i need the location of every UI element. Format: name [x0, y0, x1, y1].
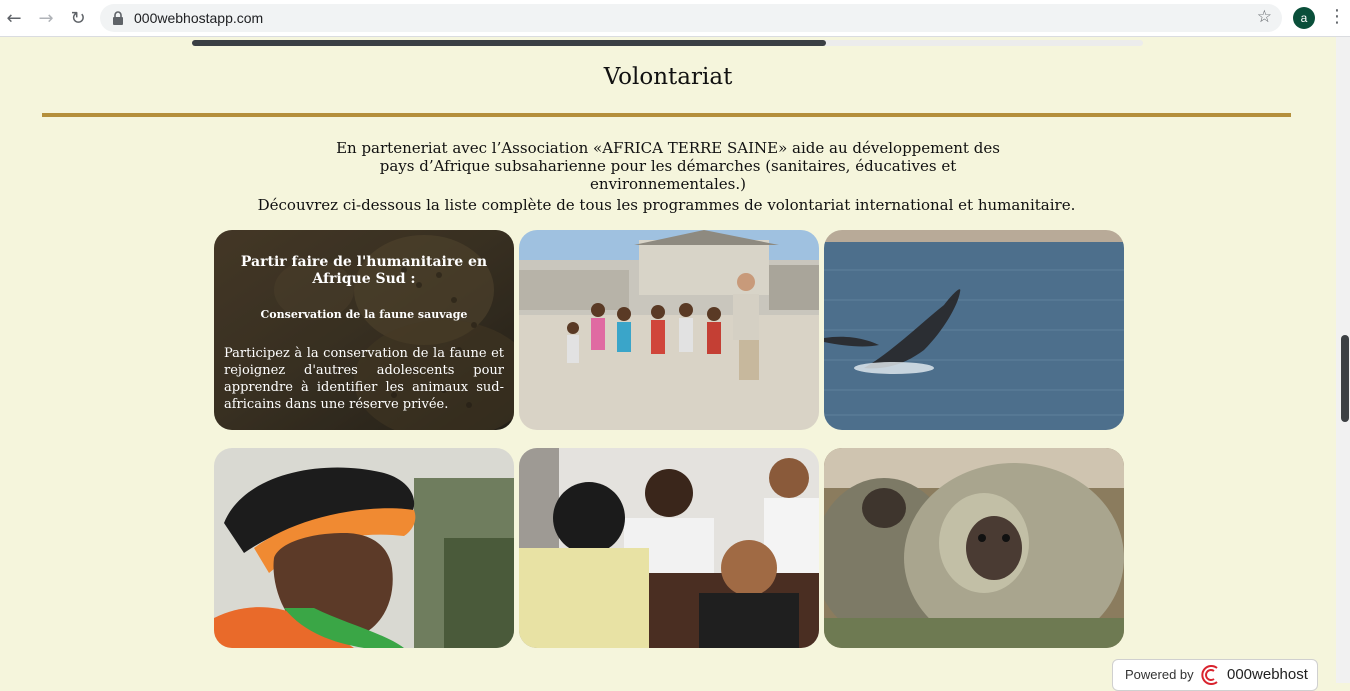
whale-photo	[824, 230, 1124, 430]
back-icon[interactable]: ←	[2, 6, 26, 30]
powered-by-label: Powered by	[1125, 667, 1194, 682]
card-text-overlay: Partir faire de l'humanitaire en Afrique…	[214, 230, 514, 430]
page-title: Volontariat	[603, 64, 733, 90]
card-title: Partir faire de l'humanitaire en Afrique…	[240, 254, 488, 287]
meeting-photo	[519, 448, 819, 648]
intro-paragraph: En parteneriat avec l’Association «AFRIC…	[336, 139, 1000, 193]
scrollbar-thumb[interactable]	[1341, 335, 1349, 422]
powered-by-badge[interactable]: Powered by 000webhost	[1112, 659, 1318, 691]
children-photo	[519, 230, 819, 430]
program-card-monkeys[interactable]	[824, 448, 1124, 648]
monkeys-photo	[824, 448, 1124, 648]
title-divider	[42, 113, 1291, 117]
browser-toolbar: ← → ↻ 000webhostapp.com ☆ a ⋮	[0, 0, 1350, 37]
address-bar[interactable]: 000webhostapp.com ☆	[100, 4, 1282, 32]
reading-progress-fill	[192, 40, 827, 46]
browser-menu-icon[interactable]: ⋮	[1328, 6, 1346, 27]
reload-icon[interactable]: ↻	[66, 6, 90, 30]
url-text: 000webhostapp.com	[134, 10, 264, 26]
program-card-wildlife[interactable]: Partir faire de l'humanitaire en Afrique…	[214, 230, 514, 430]
discover-paragraph: Découvrez ci-dessous la liste complète d…	[257, 196, 1076, 214]
program-card-elderly[interactable]	[214, 448, 514, 648]
lock-icon	[113, 11, 123, 25]
card-description: Participez à la conservation de la faune…	[224, 346, 504, 412]
card-subtitle: Conservation de la faune sauvage	[260, 308, 468, 321]
profile-avatar[interactable]: a	[1293, 7, 1315, 29]
program-card-ocean[interactable]	[824, 230, 1124, 430]
forward-icon[interactable]: →	[34, 6, 58, 30]
webhost-brand: 000webhost	[1227, 666, 1308, 683]
program-card-meeting[interactable]	[519, 448, 819, 648]
program-card-children[interactable]	[519, 230, 819, 430]
bookmark-star-icon[interactable]: ☆	[1257, 7, 1272, 27]
elderly-woman-photo	[214, 448, 514, 648]
reading-progress-bar	[192, 40, 1143, 46]
